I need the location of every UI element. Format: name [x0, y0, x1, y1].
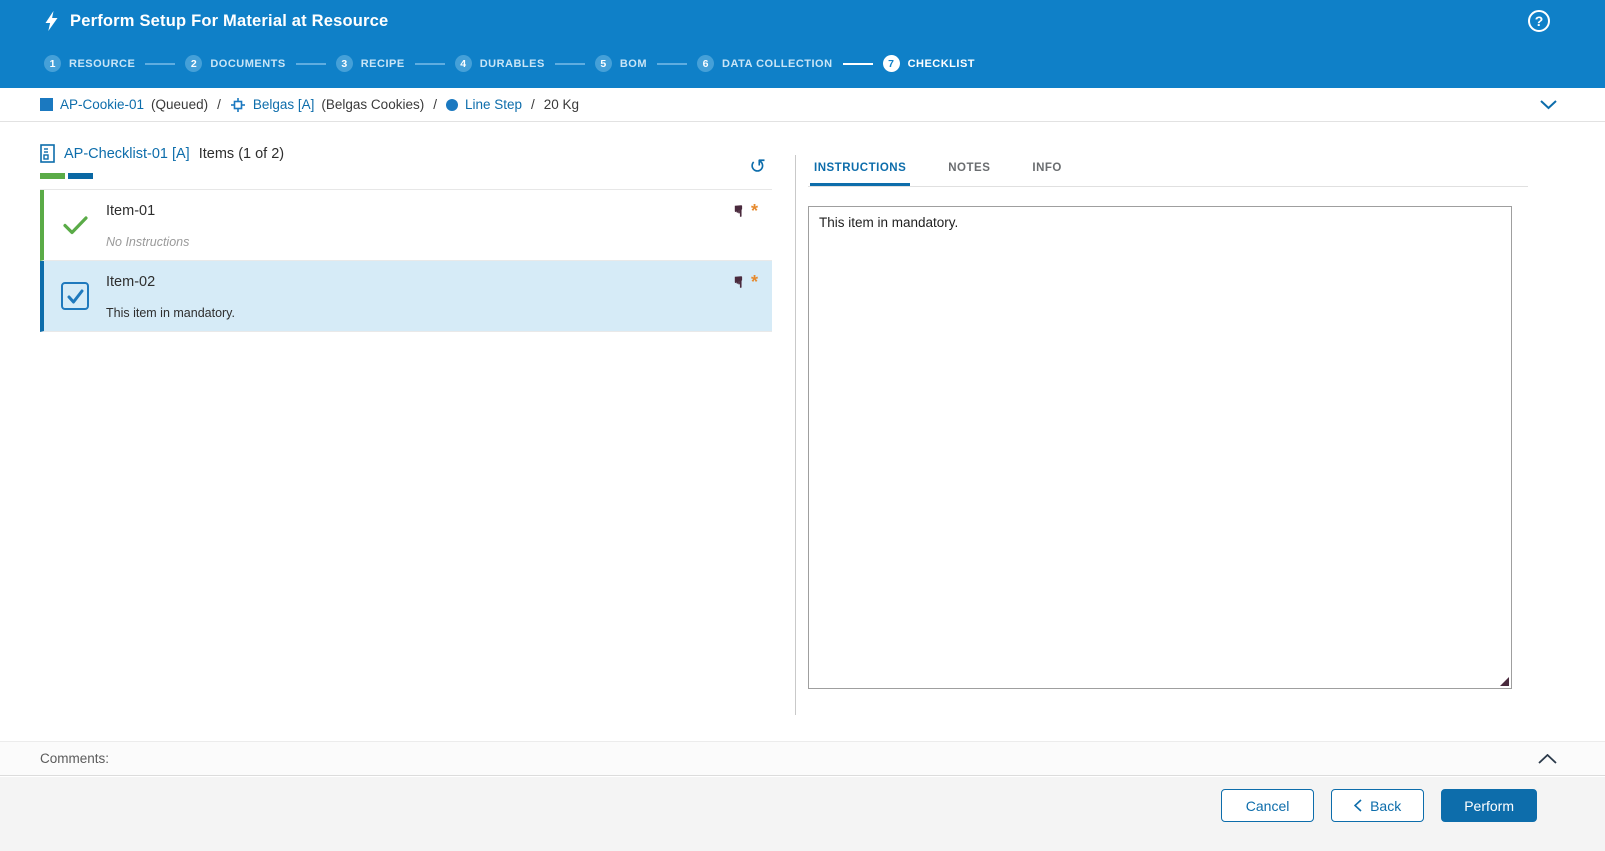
step-number-badge: 3 — [336, 55, 353, 72]
tab-instructions[interactable]: INSTRUCTIONS — [810, 152, 910, 186]
breadcrumb-separator: / — [531, 97, 535, 112]
progress-segment-current — [68, 173, 93, 179]
checklist-progress-bar — [40, 173, 772, 179]
step-label: DATA COLLECTION — [722, 58, 833, 70]
item-flags: ☛ * — [730, 190, 772, 260]
item-status — [44, 190, 106, 260]
step-label: CHECKLIST — [908, 58, 975, 70]
chevron-left-icon — [1354, 799, 1362, 812]
checklist-item-row[interactable]: Item-02 This item in mandatory. ☛ * — [40, 261, 772, 332]
quantity-value: 20 Kg — [544, 97, 579, 112]
tab-info[interactable]: INFO — [1028, 152, 1065, 186]
stepper-step-data-collection[interactable]: 6 DATA COLLECTION — [697, 55, 833, 72]
sfc-square-icon — [40, 98, 53, 111]
material-description: (Belgas Cookies) — [321, 97, 424, 112]
perform-button-label: Perform — [1464, 798, 1514, 814]
checklist-icon — [40, 144, 55, 163]
step-number-badge: 5 — [595, 55, 612, 72]
item-title: Item-01 — [106, 203, 730, 219]
checklist-title: AP-Checklist-01 [A] — [64, 146, 190, 162]
cancel-button-label: Cancel — [1246, 798, 1290, 814]
required-asterisk-icon: * — [751, 203, 758, 219]
cancel-button[interactable]: Cancel — [1221, 789, 1314, 822]
material-icon — [230, 97, 246, 113]
item-checkbox[interactable] — [61, 282, 89, 310]
stepper-step-durables[interactable]: 4 DURABLES — [455, 55, 545, 72]
step-number-badge: 1 — [44, 55, 61, 72]
comments-label: Comments: — [40, 751, 109, 766]
step-label: BOM — [620, 58, 647, 70]
footer-toolbar: Cancel Back Perform — [0, 777, 1605, 851]
help-icon[interactable]: ? — [1528, 10, 1550, 32]
item-subtitle: No Instructions — [106, 235, 730, 249]
required-asterisk-icon: * — [751, 274, 758, 290]
detail-tabs: INSTRUCTIONS NOTES INFO — [808, 152, 1528, 187]
comments-bar: Comments: — [0, 741, 1605, 776]
step-connector — [296, 63, 326, 65]
back-button-label: Back — [1370, 798, 1401, 814]
step-number-badge: 2 — [185, 55, 202, 72]
item-status — [44, 261, 106, 331]
sfc-status: (Queued) — [151, 97, 208, 112]
step-label: RESOURCE — [69, 58, 135, 70]
step-connector — [555, 63, 585, 65]
stepper-step-documents[interactable]: 2 DOCUMENTS — [185, 55, 285, 72]
item-flags: ☛ * — [730, 261, 772, 331]
instructions-textarea[interactable]: This item in mandatory. — [808, 206, 1512, 689]
app-header: Perform Setup For Material at Resource ?… — [0, 0, 1605, 88]
stepper-step-resource[interactable]: 1 RESOURCE — [44, 55, 135, 72]
touch-hand-icon: ☛ — [729, 275, 745, 289]
lightning-icon — [44, 11, 59, 31]
step-number-badge: 6 — [697, 55, 714, 72]
panel-divider — [795, 155, 796, 715]
checklist-items-count: Items (1 of 2) — [199, 146, 284, 162]
breadcrumb-operation-link[interactable]: Line Step — [465, 97, 522, 112]
step-label: RECIPE — [361, 58, 405, 70]
breadcrumb: AP-Cookie-01 (Queued) / Belgas [A] (Belg… — [0, 88, 1605, 122]
breadcrumb-separator: / — [433, 97, 437, 112]
breadcrumb-sfc-link[interactable]: AP-Cookie-01 — [60, 97, 144, 112]
touch-hand-icon: ☛ — [729, 204, 745, 218]
step-number-badge: 4 — [455, 55, 472, 72]
chevron-down-icon[interactable] — [1540, 100, 1557, 110]
step-connector — [657, 63, 687, 65]
item-title: Item-02 — [106, 274, 730, 290]
checklist-item-row[interactable]: Item-01 No Instructions ☛ * — [40, 190, 772, 261]
operation-circle-icon — [446, 99, 458, 111]
stepper-step-bom[interactable]: 5 BOM — [595, 55, 647, 72]
chevron-up-icon[interactable] — [1538, 754, 1557, 764]
refresh-icon[interactable]: ↺ — [749, 157, 766, 177]
step-number-badge: 7 — [883, 55, 900, 72]
breadcrumb-separator: / — [217, 97, 221, 112]
tab-notes[interactable]: NOTES — [944, 152, 994, 186]
step-connector — [145, 63, 175, 65]
step-label: DURABLES — [480, 58, 545, 70]
progress-segment-done — [40, 173, 65, 179]
perform-button[interactable]: Perform — [1441, 789, 1537, 822]
breadcrumb-material-link[interactable]: Belgas [A] — [253, 97, 315, 112]
checklist-panel: AP-Checklist-01 [A] Items (1 of 2) ↺ Ite… — [40, 144, 772, 332]
step-connector — [843, 63, 873, 65]
checklist-items-list: Item-01 No Instructions ☛ * Item-02 This… — [40, 190, 772, 332]
step-label: DOCUMENTS — [210, 58, 285, 70]
instructions-area: This item in mandatory. — [808, 206, 1512, 689]
item-main: Item-01 No Instructions — [106, 190, 730, 260]
stepper: 1 RESOURCE 2 DOCUMENTS 3 RECIPE 4 DURABL… — [44, 55, 975, 72]
item-main: Item-02 This item in mandatory. — [106, 261, 730, 331]
resize-handle[interactable] — [1500, 677, 1509, 686]
detail-panel: INSTRUCTIONS NOTES INFO This item in man… — [808, 152, 1528, 689]
back-button[interactable]: Back — [1331, 789, 1424, 822]
check-icon — [63, 216, 88, 235]
checkbox-check-icon — [67, 289, 84, 304]
page-title: Perform Setup For Material at Resource — [70, 12, 388, 31]
checklist-header: AP-Checklist-01 [A] Items (1 of 2) ↺ — [40, 144, 772, 190]
item-subtitle: This item in mandatory. — [106, 306, 730, 320]
stepper-step-recipe[interactable]: 3 RECIPE — [336, 55, 405, 72]
stepper-step-checklist[interactable]: 7 CHECKLIST — [883, 55, 975, 72]
step-connector — [415, 63, 445, 65]
